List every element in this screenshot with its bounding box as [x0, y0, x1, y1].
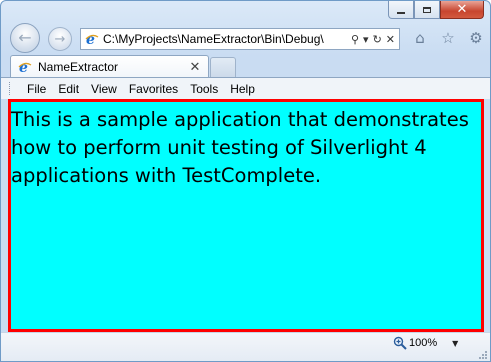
- menu-edit[interactable]: Edit: [52, 82, 85, 96]
- tab-close-icon[interactable]: ✕: [188, 60, 202, 75]
- ie-logo-icon: e: [84, 31, 100, 47]
- menu-help[interactable]: Help: [224, 82, 261, 96]
- back-arrow-icon: ←: [18, 28, 32, 47]
- browser-window: ✕ ← → e C:\MyProjects\NameExtractor\Bin\…: [0, 0, 491, 362]
- caption-buttons: ✕: [388, 1, 484, 19]
- minimize-icon: [397, 11, 405, 14]
- favorites-star-icon[interactable]: ☆: [439, 29, 457, 47]
- maximize-button[interactable]: [414, 1, 440, 19]
- description-line-1: This is a sample application that demons…: [11, 108, 469, 131]
- description-text: This is a sample application that demons…: [11, 106, 487, 190]
- refresh-icon[interactable]: ↻: [373, 33, 382, 46]
- address-input[interactable]: C:\MyProjects\NameExtractor\Bin\Debug\: [103, 32, 351, 46]
- svg-text:e: e: [19, 60, 28, 74]
- address-bar[interactable]: e C:\MyProjects\NameExtractor\Bin\Debug\…: [80, 28, 400, 50]
- status-bar: 100% ▼: [1, 332, 490, 361]
- close-icon: ✕: [456, 2, 468, 17]
- resize-grip-icon[interactable]: [478, 350, 488, 360]
- menu-favorites[interactable]: Favorites: [123, 82, 184, 96]
- home-icon[interactable]: ⌂: [411, 29, 429, 47]
- dropdown-icon[interactable]: ▾: [363, 33, 369, 46]
- zoom-control[interactable]: 100% ▼: [393, 336, 458, 350]
- menu-view[interactable]: View: [85, 82, 123, 96]
- stop-icon[interactable]: ✕: [386, 33, 395, 46]
- menu-file[interactable]: File: [21, 82, 52, 96]
- toolbar-icons: ⌂ ☆ ⚙: [411, 29, 485, 47]
- menu-bar: File Edit View Favorites Tools Help: [1, 77, 490, 99]
- svg-text:e: e: [86, 32, 95, 46]
- tools-gear-icon[interactable]: ⚙: [467, 29, 485, 47]
- maximize-icon: [423, 6, 431, 13]
- menu-tools[interactable]: Tools: [184, 82, 224, 96]
- zoom-level: 100%: [409, 337, 438, 349]
- menu-grip: [9, 82, 13, 95]
- tab-strip: e NameExtractor ✕: [1, 55, 490, 78]
- back-button[interactable]: ←: [10, 23, 40, 53]
- description-line-3: applications with TestComplete.: [11, 164, 322, 187]
- new-tab-button[interactable]: [210, 57, 236, 77]
- silverlight-content-area: This is a sample application that demons…: [8, 99, 484, 332]
- minimize-button[interactable]: [388, 1, 414, 19]
- close-button[interactable]: ✕: [440, 1, 484, 19]
- description-line-2: how to perform unit testing of Silverlig…: [11, 136, 427, 159]
- forward-arrow-icon: →: [54, 31, 66, 47]
- zoom-dropdown-icon[interactable]: ▼: [452, 339, 458, 348]
- forward-button[interactable]: →: [48, 27, 72, 51]
- zoom-magnifier-icon: [393, 336, 407, 350]
- address-actions: ⚲ ▾ ↻ ✕: [351, 33, 399, 46]
- tab-nameextractor[interactable]: e NameExtractor ✕: [10, 55, 209, 78]
- navigation-bar: ← → e C:\MyProjects\NameExtractor\Bin\De…: [1, 21, 490, 55]
- tab-ie-logo-icon: e: [17, 59, 33, 75]
- search-icon[interactable]: ⚲: [351, 33, 359, 46]
- tab-label: NameExtractor: [38, 60, 119, 74]
